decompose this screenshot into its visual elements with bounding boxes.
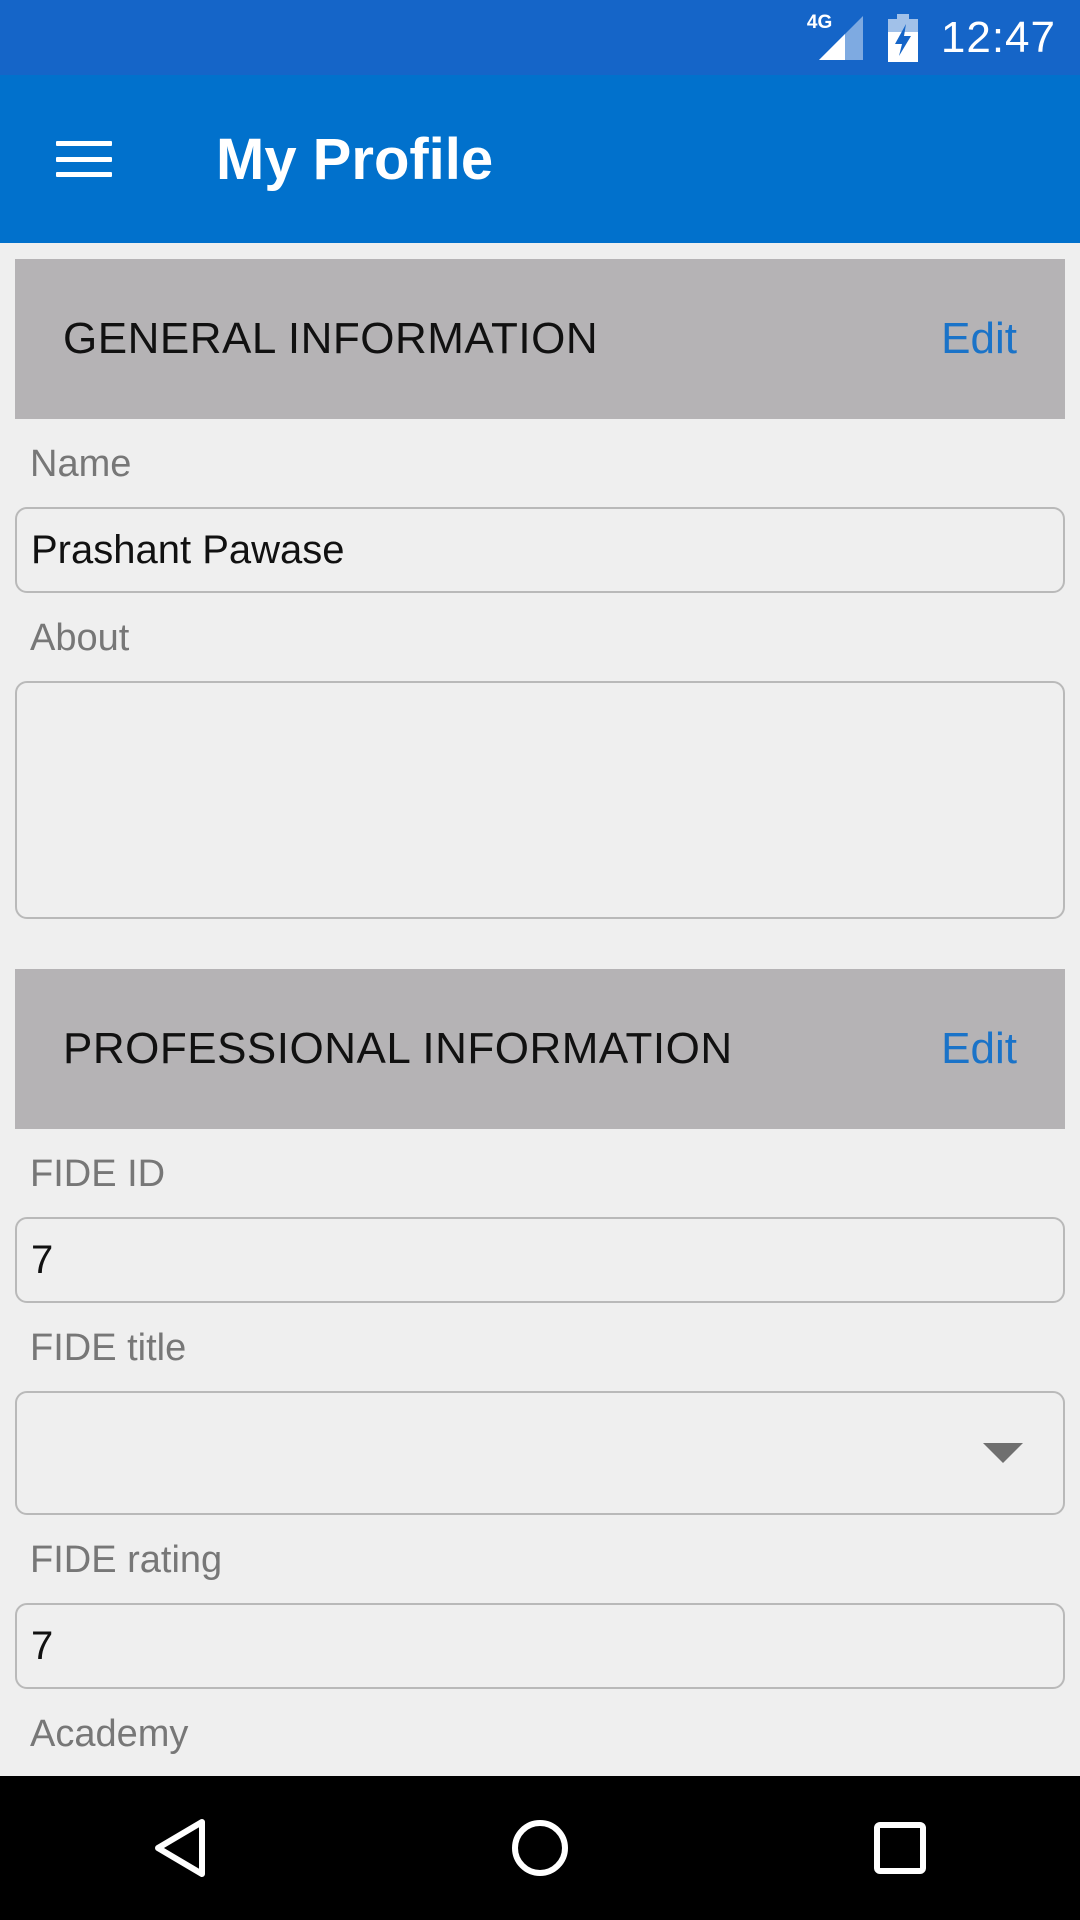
home-icon[interactable]: [480, 1798, 600, 1898]
fide-rating-value: 7: [31, 1623, 54, 1668]
fide-id-value: 7: [31, 1237, 54, 1282]
app-bar: My Profile: [0, 75, 1080, 243]
recent-apps-icon[interactable]: [840, 1798, 960, 1898]
professional-info-title: PROFESSIONAL INFORMATION: [63, 1024, 733, 1073]
fide-id-label: FIDE ID: [30, 1153, 166, 1195]
dropdown-arrow-icon: [983, 1443, 1023, 1463]
professional-info-header: PROFESSIONAL INFORMATION Edit: [15, 969, 1065, 1129]
navigation-bar: [0, 1776, 1080, 1920]
fide-rating-label: FIDE rating: [30, 1539, 223, 1581]
professional-info-edit-button[interactable]: Edit: [941, 1024, 1017, 1074]
fide-title-dropdown[interactable]: [15, 1391, 1065, 1515]
status-bar: 4G 12:47: [0, 0, 1080, 75]
battery-charging-icon: [887, 13, 919, 62]
network-signal-icon: 4G: [806, 11, 863, 62]
name-field[interactable]: Prashant Pawase: [15, 507, 1065, 593]
status-time: 12:47: [940, 12, 1056, 62]
name-label: Name: [30, 443, 132, 485]
fide-rating-field[interactable]: 7: [15, 1603, 1065, 1689]
general-info-header: GENERAL INFORMATION Edit: [15, 259, 1065, 419]
profile-content[interactable]: GENERAL INFORMATION Edit Name Prashant P…: [0, 243, 1080, 1776]
back-icon[interactable]: [120, 1798, 240, 1898]
about-field[interactable]: [15, 681, 1065, 919]
about-label: About: [30, 617, 130, 659]
fide-id-field[interactable]: 7: [15, 1217, 1065, 1303]
academy-label: Academy: [30, 1713, 189, 1755]
general-info-edit-button[interactable]: Edit: [941, 314, 1017, 364]
name-value: Prashant Pawase: [31, 527, 345, 572]
fide-title-label: FIDE title: [30, 1327, 187, 1369]
general-info-title: GENERAL INFORMATION: [63, 314, 599, 363]
network-type-label: 4G: [806, 11, 833, 33]
menu-icon[interactable]: [52, 135, 116, 183]
page-title: My Profile: [216, 126, 494, 192]
